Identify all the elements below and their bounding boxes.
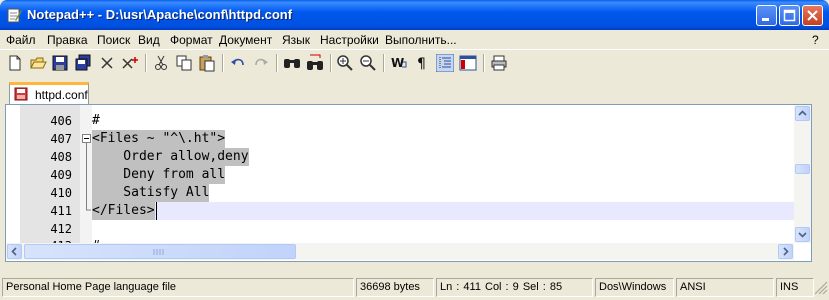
menu-settings[interactable]: Настройки	[320, 33, 379, 47]
zoom-out-icon[interactable]	[359, 54, 377, 72]
code-text-area[interactable]: # <Files ~ "^\.ht"> Order allow,deny Den…	[92, 105, 794, 243]
replace-icon[interactable]	[306, 54, 324, 72]
maximize-button[interactable]	[779, 5, 800, 26]
line-number: 412	[50, 222, 72, 236]
save-all-icon[interactable]	[74, 54, 92, 72]
find-icon[interactable]	[283, 54, 301, 72]
horizontal-scroll-thumb[interactable]	[24, 244, 296, 259]
menu-format[interactable]: Формат	[170, 33, 213, 47]
window-title: Notepad++ - D:\usr\Apache\conf\httpd.con…	[27, 7, 293, 22]
paste-icon[interactable]	[198, 54, 216, 72]
status-language: Personal Home Page language file	[2, 278, 354, 297]
minimize-icon	[762, 18, 769, 21]
menu-bar: Файл Правка Поиск Вид Формат Документ Яз…	[0, 30, 829, 49]
word-wrap-icon[interactable]: W	[390, 54, 408, 72]
menu-edit[interactable]: Правка	[47, 33, 88, 47]
menu-search[interactable]: Поиск	[97, 33, 130, 47]
save-icon[interactable]	[51, 54, 69, 72]
notepadpp-app-icon[interactable]	[6, 7, 22, 23]
close-icon[interactable]	[98, 54, 116, 72]
code-line-selected: </Files>	[92, 202, 155, 220]
menu-document[interactable]: Документ	[219, 33, 272, 47]
redo-icon[interactable]	[252, 54, 270, 72]
code-line-selected: <Files ~ "^\.ht">	[92, 130, 226, 148]
chevron-up-icon	[798, 110, 807, 116]
notepadpp-window: Notepad++ - D:\usr\Apache\conf\httpd.con…	[0, 0, 829, 300]
resize-grip-icon[interactable]	[815, 280, 829, 298]
code-line-selected: Order allow,deny	[92, 148, 249, 166]
toolbar-separator	[483, 54, 485, 72]
toolbar-separator	[330, 54, 332, 72]
editor-area[interactable]: 406 407 408 409 410 411 412 413 # <Files…	[5, 104, 812, 262]
maximize-icon	[783, 9, 796, 22]
status-encoding: ANSI	[676, 278, 774, 297]
cut-icon[interactable]	[152, 54, 170, 72]
scroll-down-button[interactable]	[795, 227, 810, 242]
scroll-right-button[interactable]	[778, 244, 793, 259]
menu-file[interactable]: Файл	[6, 33, 36, 47]
fold-markers	[82, 134, 91, 211]
line-number: 410	[50, 186, 72, 200]
chevron-down-icon	[798, 232, 807, 238]
status-file-size: 36698 bytes	[356, 278, 434, 297]
chevron-left-icon	[11, 247, 17, 256]
menu-run[interactable]: Выполнить...	[385, 33, 457, 47]
menu-language[interactable]: Язык	[282, 33, 310, 47]
horizontal-scrollbar[interactable]	[6, 243, 794, 260]
svg-text:¶: ¶	[417, 56, 426, 72]
tab-label: httpd.conf	[35, 88, 88, 102]
code-line-selected: Satisfy All	[92, 184, 210, 202]
vertical-scroll-thumb[interactable]	[795, 164, 810, 174]
toolbar-separator	[222, 54, 224, 72]
toolbar-separator	[383, 54, 385, 72]
line-number-gutter: 406 407 408 409 410 411 412 413	[20, 105, 80, 243]
current-line-highlight	[92, 202, 794, 220]
minimize-button[interactable]	[756, 5, 777, 26]
status-cursor-position: Ln : 411 Col : 9 Sel : 85	[436, 278, 593, 297]
status-insert-mode: INS	[776, 278, 814, 297]
status-bar: Personal Home Page language file 36698 b…	[0, 276, 829, 300]
scroll-left-button[interactable]	[7, 244, 22, 259]
open-file-icon[interactable]	[29, 54, 47, 72]
line-number: 407	[50, 132, 72, 146]
fold-margin	[80, 105, 92, 243]
saved-file-icon	[14, 87, 28, 101]
toolbar-separator	[276, 54, 278, 72]
toolbar: W ¶	[0, 49, 829, 77]
close-window-button[interactable]	[802, 5, 823, 26]
new-file-icon[interactable]	[6, 54, 24, 72]
menu-view[interactable]: Вид	[138, 33, 160, 47]
title-bar[interactable]: Notepad++ - D:\usr\Apache\conf\httpd.con…	[0, 0, 829, 30]
chevron-right-icon	[783, 247, 789, 256]
code-line-selected: Deny from all	[92, 166, 226, 184]
copy-icon[interactable]	[175, 54, 193, 72]
text-cursor	[156, 202, 157, 220]
status-eol-format: Dos\Windows	[595, 278, 674, 297]
document-tab-bar: httpd.conf	[0, 77, 829, 104]
print-icon[interactable]	[490, 54, 508, 72]
line-number: 406	[50, 114, 72, 128]
line-number: 408	[50, 150, 72, 164]
code-line: #	[92, 113, 100, 128]
left-margin	[6, 105, 20, 261]
show-all-chars-icon[interactable]: ¶	[413, 54, 431, 72]
close-all-icon[interactable]	[121, 54, 139, 72]
tab-httpd-conf[interactable]: httpd.conf	[9, 82, 89, 104]
zoom-in-icon[interactable]	[336, 54, 354, 72]
menu-help[interactable]: ?	[812, 33, 819, 47]
user-defined-dialog-icon[interactable]	[459, 54, 477, 72]
line-number: 411	[50, 204, 72, 218]
undo-icon[interactable]	[229, 54, 247, 72]
grip-lines-icon	[153, 249, 164, 255]
toolbar-separator	[145, 54, 147, 72]
line-number: 409	[50, 168, 72, 182]
vertical-scrollbar[interactable]	[794, 105, 811, 243]
svg-text:W: W	[391, 56, 404, 70]
close-x-icon	[807, 10, 818, 21]
indent-guide-icon[interactable]	[436, 54, 454, 72]
scroll-up-button[interactable]	[795, 106, 810, 121]
